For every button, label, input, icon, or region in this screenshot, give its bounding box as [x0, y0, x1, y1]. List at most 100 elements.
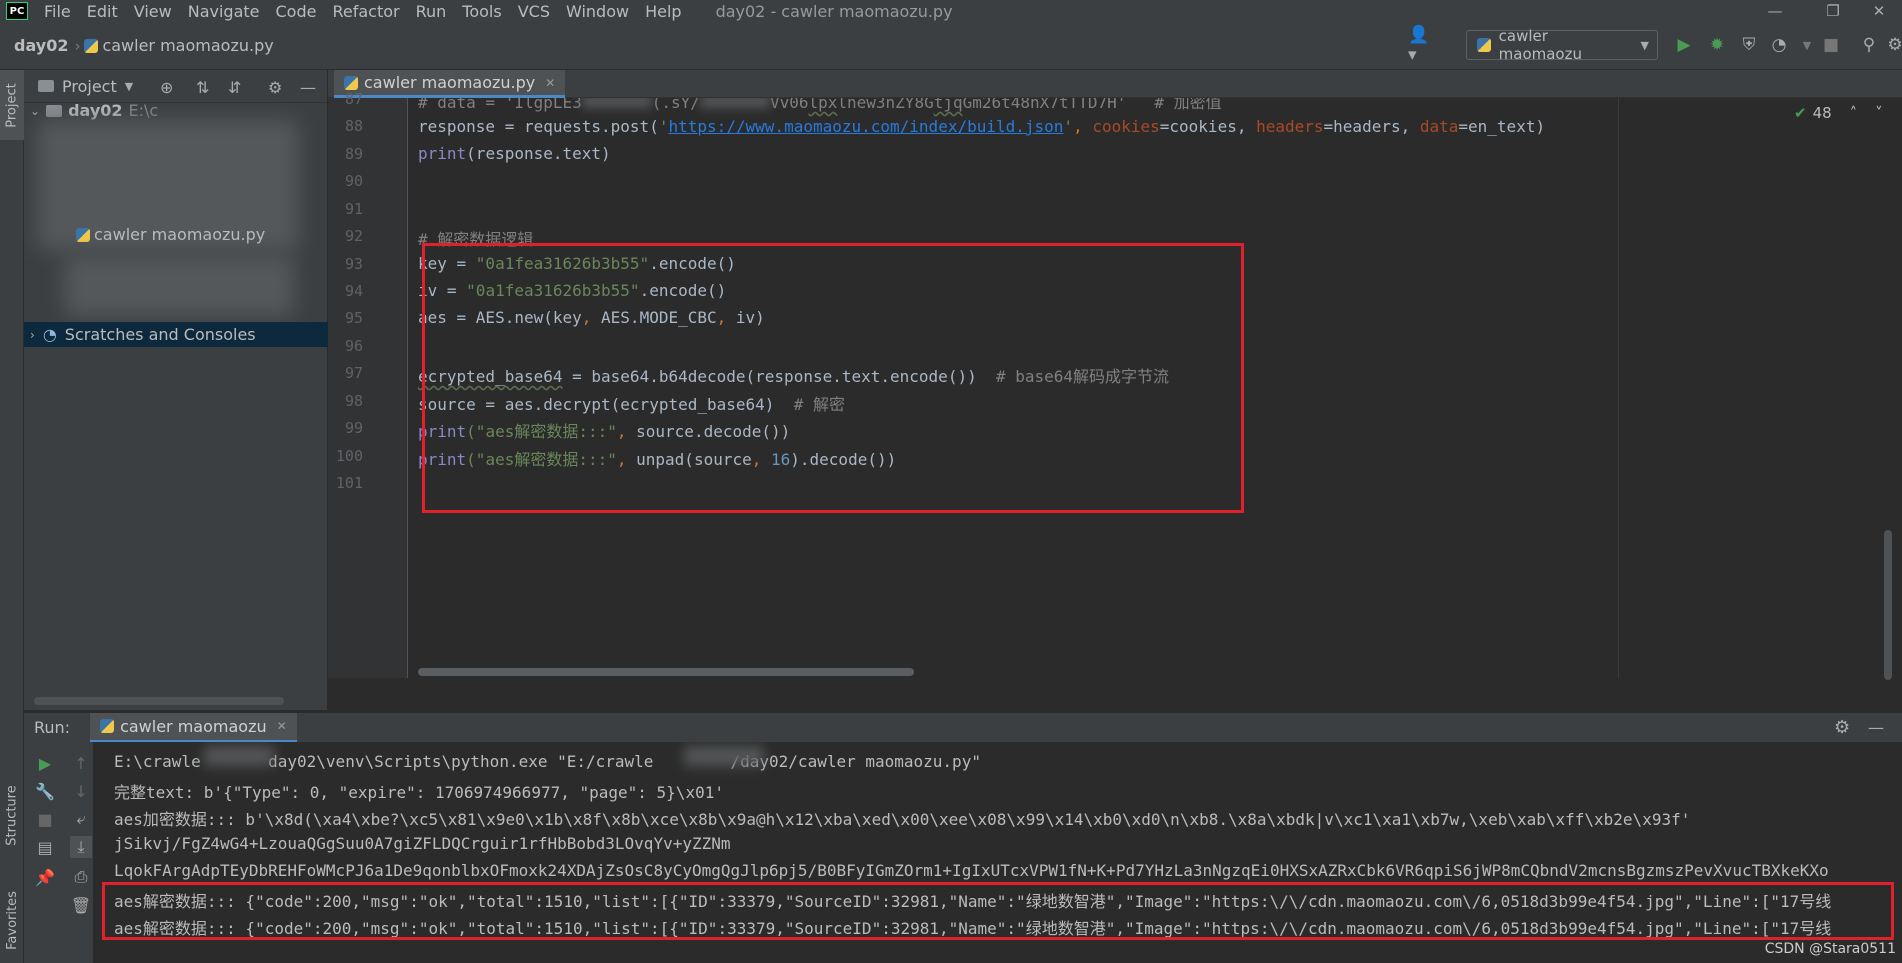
stop-icon[interactable]: ■ [34, 808, 56, 830]
trash-icon[interactable]: 🗑 [70, 894, 92, 916]
breadcrumb-project[interactable]: day02 [14, 36, 68, 55]
rerun-icon[interactable]: ▶ [34, 752, 56, 774]
code-text: aes = AES.new(key [418, 308, 582, 327]
tool-tab-structure[interactable]: Structure [0, 760, 24, 870]
tree-item-scratches[interactable]: › ◔ Scratches and Consoles [24, 322, 328, 347]
layout-icon[interactable]: ▤ [34, 836, 56, 858]
menu-window[interactable]: Window [558, 2, 637, 21]
menu-view[interactable]: View [126, 2, 180, 21]
print-icon[interactable]: ⎙ [70, 866, 92, 888]
menu-bar: PC File Edit View Navigate Code Refactor… [0, 0, 1902, 22]
project-panel-title[interactable]: Project [62, 77, 117, 96]
wrench-icon[interactable]: 🔧 [34, 780, 56, 802]
code-separator: , [751, 450, 771, 469]
minimize-icon[interactable]: — [1752, 0, 1798, 22]
code-comment: (.sY/ [651, 98, 700, 112]
collapse-all-icon[interactable]: ⇵ [228, 78, 241, 97]
locate-icon[interactable]: ⊕ [160, 78, 173, 97]
vertical-scrollbar[interactable] [1884, 530, 1892, 680]
project-scrollbar[interactable] [34, 697, 284, 705]
menu-file[interactable]: File [36, 2, 79, 21]
chevron-down-icon[interactable]: ˅ [1875, 104, 1883, 122]
console-line: jSikvj/FgZ4wG4+LzouaQGgSuu0A7giZFLDQCrgu… [114, 834, 731, 853]
code-line-92: # 解密数据逻辑 [418, 230, 534, 249]
code-text: .encode() [649, 254, 736, 273]
console-line: aes加密数据::: b'\x8d(\xa4\xbe?\xc5\x81\x9e0… [114, 810, 1691, 829]
code-text: = base64.b64decode(response.text.encode(… [562, 367, 996, 386]
menu-help[interactable]: Help [637, 2, 689, 21]
restore-icon[interactable]: ❐ [1810, 0, 1856, 22]
line-number: 89 [344, 145, 363, 163]
code-text: unpad(source [636, 450, 752, 469]
menu-edit[interactable]: Edit [79, 2, 126, 21]
editor-tab[interactable]: cawler maomaozu.py ✕ [334, 70, 566, 98]
code-line-98: source = aes.decrypt(ecrypted_base64) # … [418, 391, 845, 415]
breadcrumb-separator-icon: › [74, 36, 81, 55]
menu-navigate[interactable]: Navigate [180, 2, 268, 21]
arrow-down-icon[interactable]: ↓ [70, 780, 92, 802]
code-line-88: response = requests.post('https://www.ma… [418, 117, 1545, 136]
code-text: AES.MODE_CBC [601, 308, 717, 327]
breadcrumb-file[interactable]: cawler maomaozu.py [84, 36, 274, 55]
code-text: iv = [418, 281, 467, 300]
soft-wrap-icon[interactable]: ⤶ [70, 808, 92, 830]
arrow-up-icon[interactable]: ↑ [70, 752, 92, 774]
menu-run[interactable]: Run [408, 2, 455, 21]
hide-icon[interactable]: — [1868, 718, 1884, 737]
tool-tab-project[interactable]: Project [0, 70, 24, 140]
folder-icon [46, 104, 63, 117]
run-icon[interactable]: ▶ [1673, 34, 1695, 56]
scroll-to-end-icon[interactable]: ⤓ [70, 836, 92, 858]
menu-tools[interactable]: Tools [454, 2, 509, 21]
chevron-down-icon[interactable]: ▼ [125, 80, 133, 93]
horizontal-scrollbar[interactable] [418, 668, 914, 676]
python-file-icon [76, 227, 90, 242]
code-text: ).decode()) [790, 450, 897, 469]
run-tab[interactable]: cawler maomaozu ✕ [90, 712, 297, 743]
chevron-up-icon[interactable]: ˄ [1850, 104, 1858, 122]
line-number: 99 [344, 419, 363, 437]
gear-icon[interactable]: ⚙ [268, 78, 282, 97]
project-panel: Project ▼ ⊕ ⇅ ⇵ ⚙ — ⌄ day02 E:\c cawler … [24, 70, 328, 710]
close-icon[interactable]: ✕ [1856, 0, 1902, 22]
stop-icon[interactable]: ■ [1820, 34, 1842, 56]
code-text: key = [418, 254, 476, 273]
menu-vcs[interactable]: VCS [510, 2, 558, 21]
user-icon[interactable]: 👤▾ [1408, 25, 1430, 65]
editor-tab-bar: cawler maomaozu.py ✕ [328, 70, 1902, 98]
close-tab-icon[interactable]: ✕ [277, 719, 287, 733]
code-editor[interactable]: # data = 'IlgpLE3 (.sY/Vv06lpxlnew3nZY8Gt… [408, 98, 1902, 678]
tool-tab-favorites[interactable]: Favorites [0, 875, 24, 963]
settings-icon[interactable]: ⚙ [1884, 34, 1902, 56]
hide-icon[interactable]: — [300, 78, 316, 97]
watermark: CSDN @Stara0511 [1764, 941, 1896, 957]
run-configuration-label: cawler maomaozu [1498, 27, 1582, 63]
close-tab-icon[interactable]: ✕ [545, 76, 555, 90]
run-console-output[interactable]: E:\crawle day02\venv\Scripts\python.exe … [94, 742, 1902, 963]
code-line-93: key = "0a1fea31626b3b55".encode() [418, 254, 736, 273]
profile-icon[interactable]: ◔ [1768, 34, 1790, 56]
line-number: 93 [344, 255, 363, 273]
inspection-widget[interactable]: ✔ 48 ˄ ˅ [1794, 104, 1883, 122]
search-icon[interactable]: ⚲ [1858, 34, 1880, 56]
python-file-icon [84, 38, 99, 53]
gear-icon[interactable]: ⚙ [1834, 717, 1850, 738]
line-number: 87 [344, 90, 363, 108]
code-line-95: aes = AES.new(key, AES.MODE_CBC, iv) [418, 308, 765, 327]
menu-refactor[interactable]: Refactor [324, 2, 407, 21]
tree-item-file[interactable]: cawler maomaozu.py [24, 222, 328, 247]
menu-code[interactable]: Code [268, 2, 325, 21]
console-line: aes解密数据::: {"code":200,"msg":"ok","total… [114, 892, 1832, 911]
code-text: source.decode()) [636, 422, 791, 441]
chevron-down-icon[interactable]: ▼ [1796, 34, 1818, 56]
code-number: 16 [771, 450, 791, 469]
expand-all-icon[interactable]: ⇅ [196, 78, 209, 97]
code-line-99: print("aes解密数据:::", source.decode()) [418, 418, 790, 442]
pin-icon[interactable]: 📌 [34, 866, 56, 888]
code-url[interactable]: https://www.maomaozu.com/index/build.jso… [668, 117, 1063, 136]
run-configuration-select[interactable]: cawler maomaozu ▼ [1466, 27, 1658, 63]
breadcrumb-file-label: cawler maomaozu.py [102, 36, 274, 55]
code-line-87: # data = 'IlgpLE3 (.sY/Vv06lpxlnew3nZY8Gt… [418, 98, 1222, 113]
debug-icon[interactable]: ✹ [1706, 34, 1728, 56]
coverage-icon[interactable]: ⛨ [1738, 34, 1760, 56]
